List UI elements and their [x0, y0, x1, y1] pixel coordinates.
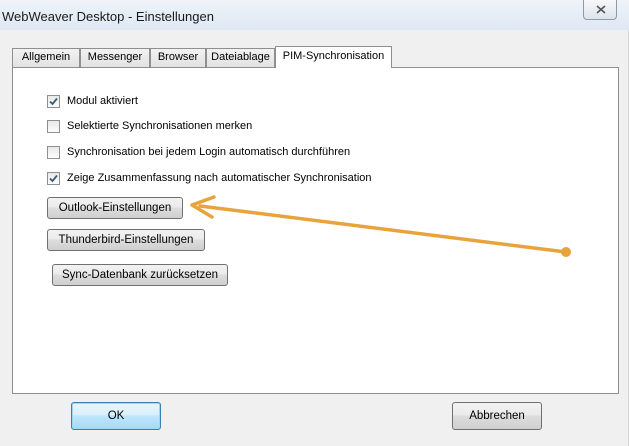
- settings-dialog: WebWeaver Desktop - Einstellungen Allgem…: [0, 0, 629, 446]
- tab-dateiablage[interactable]: Dateiablage: [206, 48, 275, 67]
- tab-messenger[interactable]: Messenger: [80, 48, 150, 67]
- cancel-button[interactable]: Abbrechen: [452, 402, 542, 430]
- reset-sync-database-button[interactable]: Sync-Datenbank zurücksetzen: [52, 264, 228, 286]
- checkbox-label: Zeige Zusammenfassung nach automatischer…: [67, 172, 372, 184]
- tab-pim-synchronisation[interactable]: PIM-Synchronisation: [275, 46, 392, 68]
- checkbox-box[interactable]: [47, 120, 60, 133]
- close-icon: [596, 5, 606, 14]
- close-button[interactable]: [583, 0, 617, 20]
- title-bar: WebWeaver Desktop - Einstellungen: [0, 0, 629, 30]
- window-title: WebWeaver Desktop - Einstellungen: [2, 9, 214, 24]
- check-icon: [49, 174, 58, 183]
- checkbox-label: Synchronisation bei jedem Login automati…: [67, 146, 351, 158]
- check-icon: [49, 97, 58, 106]
- thunderbird-settings-button[interactable]: Thunderbird-Einstellungen: [47, 229, 205, 251]
- tab-browser[interactable]: Browser: [150, 48, 206, 67]
- checkbox-box[interactable]: [47, 172, 60, 185]
- tab-allgemein[interactable]: Allgemein: [12, 48, 80, 67]
- outlook-settings-button[interactable]: Outlook-Einstellungen: [47, 197, 183, 219]
- checkbox-box[interactable]: [47, 146, 60, 159]
- checkbox-label: Modul aktiviert: [67, 95, 138, 107]
- checkbox-label: Selektierte Synchronisationen merken: [67, 120, 253, 132]
- ok-button[interactable]: OK: [71, 402, 161, 430]
- checkbox-box[interactable]: [47, 95, 60, 108]
